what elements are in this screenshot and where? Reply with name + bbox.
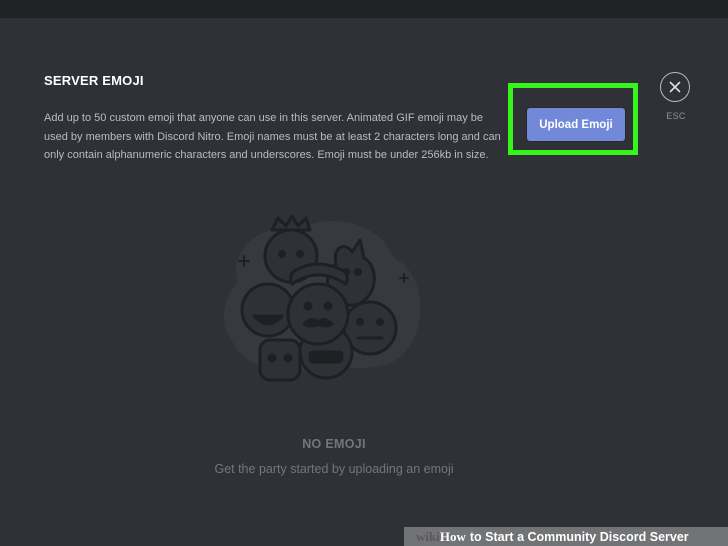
empty-emoji-illustration (223, 214, 421, 382)
mustache-emoji-icon (286, 282, 350, 346)
esc-label: ESC (666, 111, 686, 121)
watermark-title: to Start a Community Discord Server (469, 529, 689, 544)
top-bar (0, 0, 728, 18)
watermark-how: How (439, 528, 466, 544)
emoji-description: Add up to 50 custom emoji that anyone ca… (44, 112, 501, 161)
crown-icon (270, 214, 312, 232)
empty-state-subtitle: Get the party started by uploading an em… (214, 462, 454, 476)
close-icon (669, 81, 681, 93)
upload-emoji-button[interactable]: Upload Emoji (527, 108, 625, 141)
empty-state-title: NO EMOJI (302, 437, 366, 451)
watermark-brand: wiki (416, 528, 440, 544)
close-button[interactable] (660, 72, 690, 102)
laughing-emoji-icon (240, 282, 296, 338)
watermark-banner: wiki How to Start a Community Discord Serv… (404, 527, 728, 546)
robot-emoji-icon (258, 338, 302, 382)
page-title: SERVER EMOJI (44, 73, 144, 88)
